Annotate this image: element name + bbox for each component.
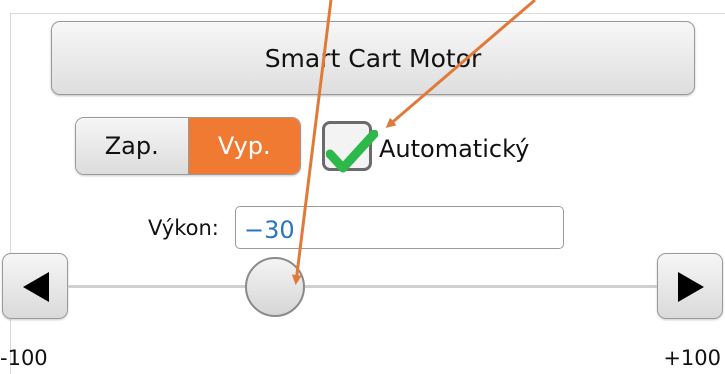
automatic-label: Automatický: [379, 135, 530, 163]
power-input[interactable]: [235, 206, 564, 249]
power-off-label: Vyp.: [217, 132, 271, 160]
power-label: Výkon:: [148, 216, 219, 240]
decrease-button[interactable]: [2, 253, 68, 319]
left-triangle-icon: [23, 272, 49, 302]
automatic-checkbox[interactable]: [322, 121, 378, 173]
power-slider-track[interactable]: [68, 285, 657, 288]
slider-max-label: +100: [663, 346, 721, 370]
check-icon: [326, 130, 378, 173]
motor-title-label: Smart Cart Motor: [264, 43, 482, 73]
power-on-label: Zap.: [104, 132, 159, 160]
slider-min-label: -100: [0, 346, 48, 370]
right-triangle-icon: [678, 272, 704, 302]
motor-control-panel: Smart Cart Motor Zap. Vyp. Automatický V…: [0, 0, 725, 374]
power-toggle: Zap. Vyp.: [75, 117, 301, 175]
power-on-button[interactable]: Zap.: [76, 118, 189, 174]
power-off-button[interactable]: Vyp.: [188, 118, 300, 174]
increase-button[interactable]: [657, 253, 723, 319]
motor-title-button[interactable]: Smart Cart Motor: [51, 21, 695, 95]
power-slider-thumb[interactable]: [245, 257, 306, 317]
